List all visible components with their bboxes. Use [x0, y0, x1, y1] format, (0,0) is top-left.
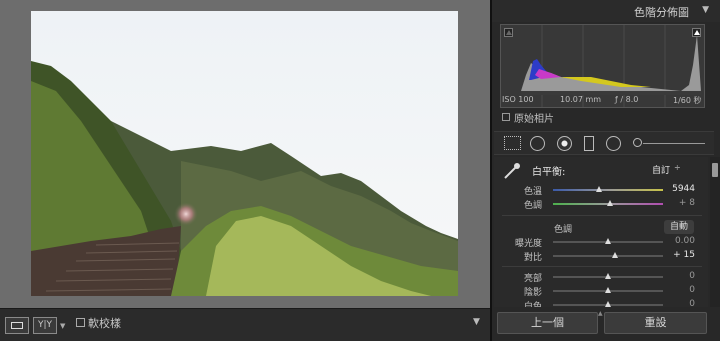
loupe-icon: [11, 322, 23, 329]
slider-track[interactable]: [553, 287, 663, 293]
show-original-checkbox[interactable]: [502, 113, 510, 121]
slider-value[interactable]: 0: [689, 271, 695, 281]
adjustment-brush-icon[interactable]: [631, 136, 706, 151]
white-balance-label: 白平衡:: [532, 167, 566, 178]
slider-label: 色調: [523, 201, 542, 211]
slider-track[interactable]: [553, 273, 663, 279]
auto-button[interactable]: 自動: [664, 220, 694, 234]
toolbar-menu-icon[interactable]: ▼: [473, 317, 480, 327]
slider-track[interactable]: [553, 200, 663, 206]
slider-thumb[interactable]: [611, 252, 618, 258]
panel-scrollbar[interactable]: [710, 157, 720, 307]
softproof-checkbox[interactable]: [76, 318, 85, 327]
slider-thumb[interactable]: [605, 238, 611, 244]
panel-grip-icon[interactable]: ▲: [598, 310, 603, 317]
slider-value[interactable]: 5944: [672, 184, 695, 194]
slider-row[interactable]: 亮部 0: [494, 271, 708, 284]
landscape-photo: [31, 11, 458, 296]
slider-thumb[interactable]: [605, 273, 611, 279]
white-balance-arrow-icon[interactable]: ÷: [674, 163, 681, 172]
collapse-icon[interactable]: ▼: [702, 5, 709, 15]
slider-row[interactable]: 色調 + 8: [494, 198, 708, 211]
slider-track[interactable]: [553, 186, 663, 192]
slider-label: 對比: [523, 253, 542, 263]
slider-row[interactable]: 對比 + 15: [494, 250, 708, 263]
bottom-toolbar: Y|Y ▼: [0, 308, 490, 341]
iso-value: ISO 100: [502, 95, 534, 104]
softproof-label: 軟校樣: [88, 317, 121, 330]
reset-button[interactable]: 重設: [604, 312, 707, 334]
white-balance-select[interactable]: 自訂: [652, 163, 670, 176]
chevron-down-icon[interactable]: ▼: [60, 322, 65, 330]
before-after-button[interactable]: Y|Y: [33, 317, 57, 334]
red-eye-icon[interactable]: [557, 136, 572, 151]
divider: [502, 215, 702, 216]
graduated-filter-icon[interactable]: [584, 136, 594, 151]
slider-value[interactable]: 0.00: [675, 236, 695, 246]
slider-label: 陰影: [523, 288, 542, 298]
eyedropper-icon[interactable]: [502, 161, 522, 181]
slider-label: 亮部: [523, 274, 542, 284]
show-original-label: 原始相片: [514, 114, 554, 125]
slider-label: 色溫: [523, 187, 542, 197]
slider-row[interactable]: 陰影 0: [494, 285, 708, 298]
shadow-clipping-icon[interactable]: [504, 28, 513, 37]
shutter-value: 1/60 秒: [673, 96, 702, 105]
slider-thumb[interactable]: [607, 200, 614, 206]
slider-track[interactable]: [553, 301, 663, 307]
slider-thumb[interactable]: [596, 186, 603, 192]
spot-removal-icon[interactable]: [530, 136, 545, 151]
slider-value[interactable]: 0: [689, 285, 695, 295]
highlight-clipping-icon[interactable]: [692, 28, 701, 37]
image-canvas: [0, 0, 490, 308]
slider-value[interactable]: + 8: [679, 198, 695, 208]
divider: [502, 266, 702, 267]
radial-filter-icon[interactable]: [606, 136, 621, 151]
slider-row[interactable]: 曝光度 0.00: [494, 236, 708, 249]
scrollbar-thumb[interactable]: [712, 163, 718, 177]
tool-strip: [494, 131, 714, 155]
aperture-value: ƒ / 8.0: [615, 95, 639, 104]
slider-track[interactable]: [553, 252, 663, 258]
tone-label: 色調: [554, 225, 573, 235]
slider-label: 曝光度: [514, 239, 542, 249]
slider-value[interactable]: 0: [689, 299, 695, 307]
loupe-view-button[interactable]: [5, 317, 29, 334]
slider-thumb[interactable]: [605, 287, 611, 293]
photo-preview[interactable]: [31, 11, 458, 296]
histogram-header[interactable]: 色階分佈圖 ▼: [492, 0, 720, 22]
slider-row[interactable]: 色溫 5944: [494, 184, 708, 197]
histogram-title: 色階分佈圖: [634, 6, 689, 19]
previous-button[interactable]: 上一個: [497, 312, 598, 334]
crop-tool-icon[interactable]: [504, 136, 521, 150]
slider-track[interactable]: [553, 238, 663, 244]
focal-length-value: 10.07 mm: [560, 95, 602, 104]
slider-label: 白色: [523, 302, 542, 307]
slider-thumb[interactable]: [605, 301, 611, 307]
slider-row[interactable]: 白色 0: [494, 299, 708, 307]
basic-panel: 白平衡: 自訂 ÷ 色溫 5944 色調 + 8 色調 自動 曝光度 0.00 …: [494, 157, 708, 307]
slider-value[interactable]: + 15: [673, 250, 695, 260]
